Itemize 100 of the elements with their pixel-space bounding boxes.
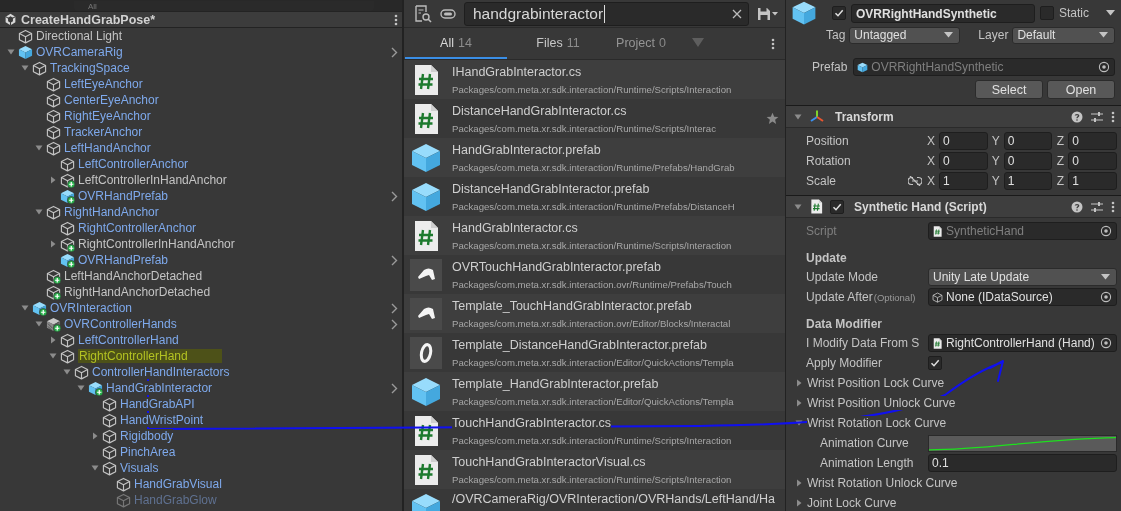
foldout-arrow-icon[interactable] [34,207,44,217]
number-field[interactable]: 1 [939,172,988,190]
button[interactable]: Open [1047,80,1115,99]
foldout-arrow-icon[interactable] [20,303,30,313]
object-field[interactable]: OVRRightHandSynthetic [853,58,1115,76]
save-icon[interactable] [757,6,779,21]
foldout[interactable]: Wrist Position Unlock Curve [786,393,1121,413]
search-document-icon[interactable] [414,4,432,23]
foldout-arrow-icon[interactable] [20,63,30,73]
number-field[interactable]: 0 [1003,132,1053,150]
curve-field[interactable] [928,434,1117,452]
foldout-arrow-icon[interactable] [6,47,16,57]
search-result[interactable]: IHandGrabInteractor.cs Packages/com.meta.xr.sdk.interaction/Runtime/Scripts/Interaction [404,60,785,99]
foldout-arrow-icon[interactable] [48,239,58,249]
foldout-arrow-icon[interactable] [34,319,44,329]
number-field[interactable]: 0 [939,152,988,170]
chevron-right-icon[interactable] [391,302,398,314]
dropdown[interactable]: Default [1012,26,1115,44]
component-header[interactable]: Transform [786,105,1121,128]
chevron-right-icon[interactable] [391,254,398,266]
foldout-arrow-icon[interactable] [794,478,804,488]
presets-icon[interactable] [1091,110,1103,123]
hierarchy-item[interactable]: HandGrabVisual [0,476,402,492]
hierarchy-item[interactable]: TrackerAnchor [0,124,402,140]
hierarchy-item[interactable]: OVRHandPrefab [0,252,402,268]
hierarchy-item[interactable]: RightControllerInHandAnchor [0,236,402,252]
name-field[interactable]: OVRRightHandSynthetic [851,3,1035,23]
toggle-icon[interactable] [440,8,456,19]
hierarchy-item[interactable]: Directional Light [0,28,402,44]
hierarchy-item[interactable]: RightHandAnchor [0,204,402,220]
dropdown[interactable]: Unity Late Update [928,268,1117,286]
button[interactable]: Select [975,80,1043,99]
menu-dots-icon[interactable] [394,13,398,26]
foldout-arrow-icon[interactable] [90,463,100,473]
number-field[interactable]: 0 [939,132,988,150]
number-field[interactable]: 0 [1068,132,1117,150]
foldout-arrow-icon[interactable] [794,398,804,408]
foldout-arrow-icon[interactable] [62,367,72,377]
checkbox[interactable] [928,356,942,370]
help-icon[interactable] [1071,200,1083,213]
object-field[interactable]: SyntheticHand [928,222,1117,240]
hierarchy-item[interactable]: OVRControllerHands [0,316,402,332]
chevron-right-icon[interactable] [391,190,398,202]
hierarchy-item[interactable]: LeftEyeAnchor [0,76,402,92]
menu-dots-icon[interactable] [771,37,775,50]
hierarchy-item[interactable]: PinchArea [0,444,402,460]
foldout[interactable]: Wrist Rotation Lock Curve [786,413,1121,433]
menu-dots-icon[interactable] [1111,200,1115,213]
number-field[interactable]: 0 [1003,152,1053,170]
object-field[interactable]: RightControllerHand (Hand) [928,334,1117,352]
hierarchy-item[interactable]: RightHandAnchorDetached [0,284,402,300]
menu-dots-icon[interactable] [1111,110,1115,123]
search-result[interactable]: HandGrabInteractor.cs Packages/com.meta.xr.sdk.interaction/Runtime/Scripts/Interaction [404,216,785,255]
checkbox[interactable] [832,6,846,20]
checkbox[interactable] [830,199,844,214]
hierarchy-item[interactable]: OVRCameraRig [0,44,402,60]
target-icon[interactable] [1100,291,1112,303]
chevron-right-icon[interactable] [391,382,398,394]
hierarchy-item[interactable]: LeftControllerAnchor [0,156,402,172]
hierarchy-item[interactable]: LeftHandAnchorDetached [0,268,402,284]
hierarchy-item[interactable]: HandGrabAPI [0,396,402,412]
hierarchy-item[interactable]: Rigidbody [0,428,402,444]
target-icon[interactable] [1100,225,1112,237]
search-result[interactable]: TouchHandGrabInteractorVisual.cs Packages/com.meta.xr.sdk.interaction/Runtime/Scripts/Interaction [404,450,785,489]
search-result[interactable]: Template_TouchHandGrabInteractor.prefab Packages/com.meta.xr.sdk.interaction.ovr/Editor/Blocks/Interactal [404,294,785,333]
search-result[interactable]: HandGrabInteractor.prefab Packages/com.meta.xr.sdk.interaction/Runtime/Prefabs/HandGrab [404,138,785,177]
star-icon[interactable] [766,112,779,125]
foldout-arrow-icon[interactable] [794,378,804,388]
hierarchy-item[interactable]: RightEyeAnchor [0,108,402,124]
target-icon[interactable] [1100,337,1112,349]
foldout-arrow-icon[interactable] [48,335,58,345]
number-field[interactable]: 1 [1068,172,1117,190]
hierarchy-item[interactable]: HandGrabInteractor [0,380,402,396]
component-header[interactable]: Synthetic Hand (Script) [786,195,1121,218]
hierarchy-item[interactable]: Visuals [0,460,402,476]
foldout-arrow-icon[interactable] [76,383,86,393]
hierarchy-item[interactable]: OVRInteraction [0,300,402,316]
chevron-right-icon[interactable] [391,318,398,330]
presets-icon[interactable] [1091,200,1103,213]
hierarchy-item[interactable]: LeftControllerInHandAnchor [0,172,402,188]
number-field[interactable]: 0 [1068,152,1117,170]
search-field[interactable]: handgrabinteractor [464,1,749,26]
foldout-arrow-icon[interactable] [48,351,58,361]
number-field[interactable]: 0.1 [928,454,1117,472]
close-icon[interactable] [732,8,742,19]
hierarchy-item[interactable]: OVRHandPrefab [0,188,402,204]
foldout-arrow-icon[interactable] [90,431,100,441]
chevron-right-icon[interactable] [391,46,398,58]
hierarchy-item[interactable]: CenterEyeAnchor [0,92,402,108]
dropdown[interactable]: Untagged [849,26,961,44]
hierarchy-item[interactable]: RightControllerHand [0,348,402,364]
target-icon[interactable] [1098,61,1110,73]
hierarchy-item[interactable]: LeftControllerHand [0,332,402,348]
checkbox[interactable] [1040,6,1054,20]
foldout-arrow-icon[interactable] [34,143,44,153]
object-field[interactable]: None (IDataSource) [928,288,1117,306]
link-off-icon[interactable] [908,176,922,186]
foldout[interactable]: Wrist Rotation Unlock Curve [786,473,1121,493]
number-field[interactable]: 1 [1003,172,1053,190]
foldout-arrow-icon[interactable] [48,175,58,185]
